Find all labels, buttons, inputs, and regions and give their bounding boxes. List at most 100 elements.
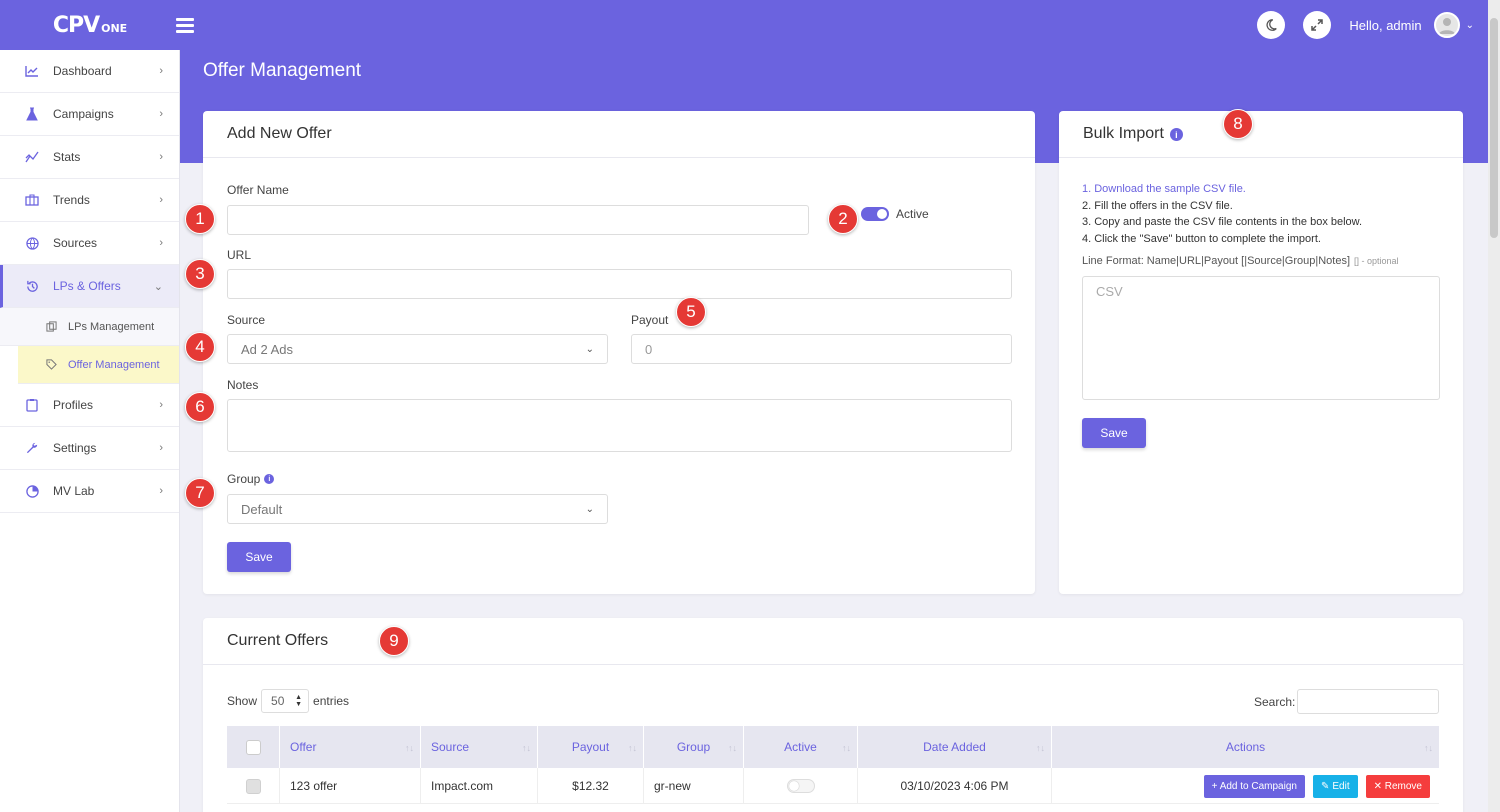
tag-icon xyxy=(46,359,60,370)
bulk-save-button[interactable]: Save xyxy=(1082,418,1146,448)
column-header-source[interactable]: Source ↑↓ xyxy=(421,726,538,768)
column-label: Actions xyxy=(1225,740,1266,754)
column-label: Active xyxy=(784,740,817,754)
payout-input[interactable]: 0 xyxy=(631,334,1012,364)
search-input[interactable] xyxy=(1297,689,1439,714)
column-header-actions[interactable]: Actions ↑↓ xyxy=(1052,726,1439,768)
history-icon xyxy=(24,278,40,294)
column-header-payout[interactable]: Payout ↑↓ xyxy=(538,726,644,768)
save-offer-button[interactable]: Save xyxy=(227,542,291,572)
wrench-icon xyxy=(24,440,40,456)
active-cell xyxy=(744,768,858,804)
brand-logo[interactable]: CPV ONE xyxy=(0,0,180,50)
entries-select[interactable]: 50 ▲ ▼ xyxy=(261,689,310,713)
sidebar-item-dashboard[interactable]: Dashboard › xyxy=(0,50,179,93)
sort-icon: ↑↓ xyxy=(1036,743,1045,753)
edit-button[interactable]: ✎ Edit xyxy=(1312,774,1358,798)
sidebar-item-label: Trends xyxy=(53,193,90,207)
select-all-header xyxy=(227,726,280,768)
payout-cell: $12.32 xyxy=(538,768,644,804)
sidebar-item-label: LPs & Offers xyxy=(53,279,121,293)
sidebar-item-label: Stats xyxy=(53,150,81,164)
notes-textarea[interactable] xyxy=(227,399,1012,452)
fullscreen-icon[interactable] xyxy=(1303,11,1332,39)
sidebar-item-sources[interactable]: Sources › xyxy=(0,222,179,265)
column-header-group[interactable]: Group ↑↓ xyxy=(644,726,744,768)
sort-icon: ↑↓ xyxy=(728,743,737,753)
chevron-down-icon: ⌄ xyxy=(585,503,594,515)
active-label: Active xyxy=(896,207,929,221)
sidebar-item-label: Sources xyxy=(53,236,98,250)
column-header-date-added[interactable]: Date Added ↑↓ xyxy=(858,726,1052,768)
row-active-toggle[interactable] xyxy=(786,779,815,793)
sort-icon: ↑↓ xyxy=(522,743,531,753)
bulk-import-card-title: Bulk Import i xyxy=(1059,111,1463,158)
info-icon[interactable]: i xyxy=(1169,128,1183,141)
page-scrollbar[interactable] xyxy=(1488,0,1500,812)
column-header-active[interactable]: Active ↑↓ xyxy=(744,726,858,768)
remove-button[interactable]: ✕ Remove xyxy=(1365,774,1430,798)
sidebar-item-trends[interactable]: Trends › xyxy=(0,179,179,222)
briefcase-icon xyxy=(24,192,40,208)
edit-label: Edit xyxy=(1332,780,1350,792)
sidebar-item-mv-lab[interactable]: MV Lab › xyxy=(0,470,179,513)
group-cell: gr-new xyxy=(644,768,744,804)
menu-toggle-icon[interactable] xyxy=(176,14,194,36)
sidebar-item-label: MV Lab xyxy=(53,484,95,498)
select-all-checkbox[interactable] xyxy=(245,739,261,755)
row-checkbox[interactable] xyxy=(245,778,261,794)
sidebar-subitem-lps-management[interactable]: LPs Management xyxy=(0,308,179,346)
page-title: Offer Management xyxy=(203,60,362,81)
stats-icon xyxy=(24,149,40,165)
sort-icon: ↑↓ xyxy=(842,743,851,753)
column-label: Offer xyxy=(290,740,317,754)
sidebar-item-settings[interactable]: Settings › xyxy=(0,427,179,470)
annotation-marker-8: 8 xyxy=(1223,109,1253,139)
column-label: Group xyxy=(676,740,711,754)
source-select[interactable]: Ad 2 Ads ⌄ xyxy=(227,334,608,364)
card-title-text: Bulk Import xyxy=(1083,125,1164,142)
edit-icon: ✎ xyxy=(1320,780,1330,792)
download-sample-csv-link[interactable]: 1. Download the sample CSV file. xyxy=(1082,181,1442,198)
offer-name-label: Offer Name xyxy=(227,183,289,197)
url-input[interactable] xyxy=(227,269,1012,299)
info-icon[interactable]: i xyxy=(264,474,275,484)
logo-text: CPV xyxy=(52,12,100,38)
chevron-down-icon[interactable]: ⌄ xyxy=(1466,20,1474,31)
sidebar-item-stats[interactable]: Stats › xyxy=(0,136,179,179)
search-label: Search: xyxy=(1254,695,1296,709)
csv-textarea[interactable]: CSV xyxy=(1082,276,1440,400)
sidebar-item-label: Profiles xyxy=(53,398,94,412)
column-label: Date Added xyxy=(923,740,986,754)
column-header-offer[interactable]: Offer ↑↓ xyxy=(280,726,421,768)
sidebar-item-label: Campaigns xyxy=(53,107,114,121)
column-label: Payout xyxy=(571,740,610,754)
sidebar-item-profiles[interactable]: Profiles › xyxy=(0,384,179,427)
dark-mode-icon[interactable] xyxy=(1257,11,1286,39)
annotation-marker-1: 1 xyxy=(185,204,215,234)
annotation-marker-5: 5 xyxy=(676,297,706,327)
sort-icon: ↑↓ xyxy=(628,743,637,753)
sidebar-item-campaigns[interactable]: Campaigns › xyxy=(0,93,179,136)
show-label: Show xyxy=(227,694,258,708)
bulk-step: 3. Copy and paste the CSV file contents … xyxy=(1082,216,1363,228)
offer-name-input[interactable] xyxy=(227,205,809,235)
group-select[interactable]: Default ⌄ xyxy=(227,494,608,524)
active-toggle[interactable] xyxy=(861,207,889,221)
sort-icon: ↑↓ xyxy=(1424,743,1433,753)
sidebar-item-label: Settings xyxy=(53,441,97,455)
chevron-right-icon: › xyxy=(159,151,163,163)
user-greeting[interactable]: Hello, admin xyxy=(1349,18,1421,33)
bulk-step: 4. Click the "Save" button to complete t… xyxy=(1082,232,1321,245)
chevron-right-icon: › xyxy=(159,237,163,249)
sidebar-subitem-label: Offer Management xyxy=(68,358,160,371)
table-row: 123 offer Impact.com $12.32 gr-new 03/10… xyxy=(227,768,1439,804)
add-to-campaign-button[interactable]: + Add to Campaign xyxy=(1203,774,1305,798)
avatar[interactable] xyxy=(1433,12,1460,38)
clipboard-icon xyxy=(24,397,40,413)
card-title-text: Add New Offer xyxy=(227,125,332,142)
sidebar-item-lps-offers[interactable]: LPs & Offers ⌄ xyxy=(0,265,179,308)
entries-selected-value: 50 xyxy=(271,694,285,708)
group-selected-value: Default xyxy=(241,501,283,517)
sidebar-subitem-offer-management[interactable]: Offer Management xyxy=(18,346,179,384)
